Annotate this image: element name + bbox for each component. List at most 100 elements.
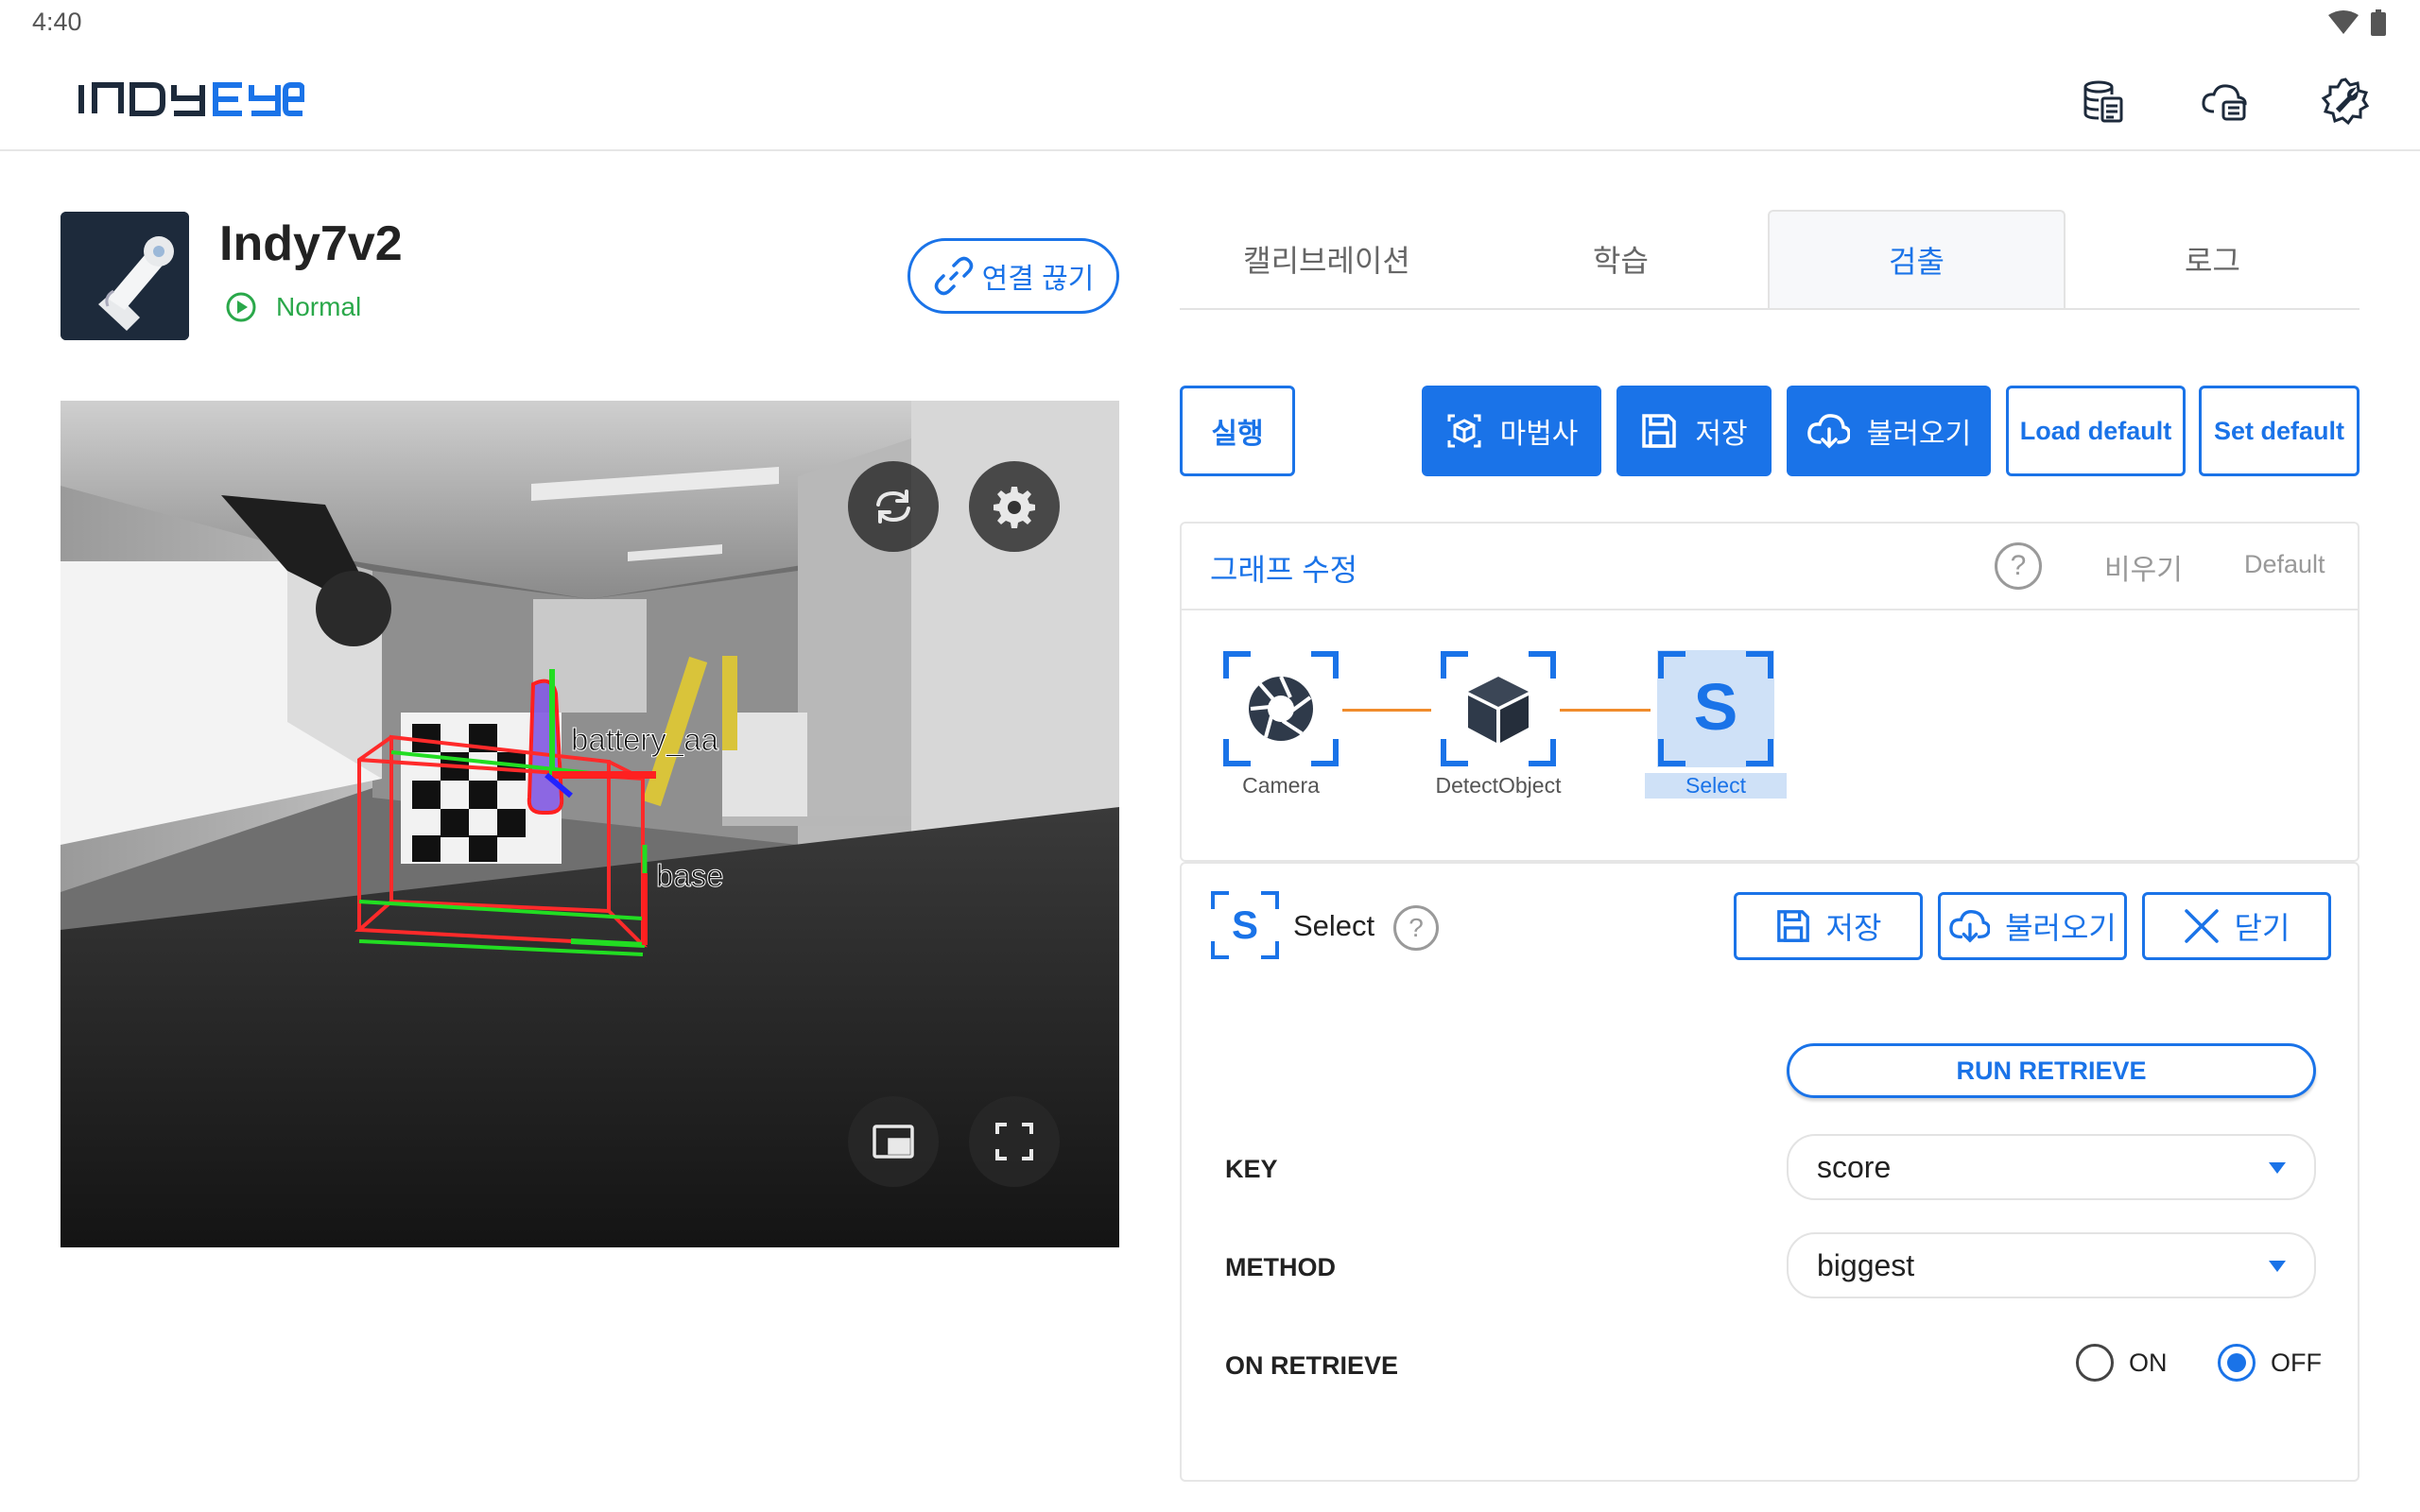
method-label: METHOD (1225, 1253, 1336, 1281)
camera-aperture-icon (1249, 676, 1313, 741)
robot-name: Indy7v2 (219, 216, 403, 271)
run-button[interactable]: 실행 (1180, 386, 1295, 476)
set-default-label: Set default (2213, 416, 2345, 445)
graph-default-button[interactable]: Default (2244, 550, 2325, 579)
node-frame: S (1657, 650, 1774, 767)
database-icon[interactable] (2076, 74, 2131, 129)
disconnect-label: 연결 끊기 (981, 264, 1095, 295)
label-base: base (656, 858, 724, 893)
status-time: 4:40 (32, 8, 82, 36)
disconnect-button[interactable]: 연결 끊기 (908, 238, 1119, 314)
pip-button[interactable] (848, 1096, 939, 1187)
graph-help-icon[interactable]: ? (1995, 542, 2042, 590)
save-button[interactable]: 저장 (1616, 386, 1772, 476)
link-icon (934, 256, 973, 296)
node-label: DetectObject (1435, 773, 1562, 798)
graph-header: 그래프 수정 ? 비우기 Default (1182, 524, 2358, 610)
graph-help-glyph: ? (2010, 550, 2027, 581)
chevron-down-icon (2269, 1261, 2286, 1272)
fullscreen-icon (995, 1123, 1033, 1160)
cloud-download-icon (1807, 414, 1850, 449)
save-icon (1642, 414, 1677, 448)
node-close-label: 닫기 (2234, 911, 2290, 945)
logo-mark (78, 82, 305, 116)
key-select[interactable]: score (1787, 1134, 2316, 1200)
sync-icon (876, 490, 910, 524)
graph-node-select[interactable]: S Select (1645, 650, 1787, 799)
wizard-cube-icon (1447, 414, 1481, 448)
cloud-download-icon (1949, 910, 1991, 943)
node-save-button[interactable]: 저장 (1734, 892, 1923, 960)
graph-clear-button[interactable]: 비우기 (2104, 546, 2183, 588)
wizard-button[interactable]: 마법사 (1422, 386, 1601, 476)
set-default-button[interactable]: Set default (2199, 386, 2360, 476)
load-default-button[interactable]: Load default (2006, 386, 2186, 476)
app-header (0, 47, 2420, 151)
radio-on-label: ON (2129, 1348, 2168, 1377)
node-load-label: 불러오기 (2005, 911, 2117, 945)
graph-node-camera[interactable]: Camera (1210, 650, 1352, 799)
gear-icon (994, 487, 1035, 528)
node-load-button[interactable]: 불러오기 (1938, 892, 2127, 960)
node-save-label: 저장 (1825, 911, 1882, 945)
load-default-label: Load default (2019, 416, 2172, 445)
graph-title: 그래프 수정 (1210, 553, 1358, 587)
battery-icon (2371, 9, 2386, 36)
camera-settings-button[interactable] (969, 461, 1060, 552)
wifi-icon (2328, 10, 2359, 34)
robot-thumbnail (60, 212, 189, 340)
save-icon (1776, 910, 1809, 942)
node-label: Camera (1242, 773, 1320, 798)
camera-feed: battery_aa base (60, 401, 1119, 1247)
picture-in-picture-icon (873, 1125, 914, 1159)
close-icon (2184, 909, 2219, 943)
indyeye-logo (78, 74, 305, 126)
on-retrieve-label: ON RETRIEVE (1225, 1351, 1399, 1380)
tab-log[interactable]: 로그 (2066, 210, 2360, 308)
run-label: 실행 (1211, 419, 1264, 450)
tab-calibration[interactable]: 캘리브레이션 (1180, 210, 1474, 308)
graph-edge (1560, 709, 1651, 712)
cube-icon (1468, 677, 1529, 743)
node-panel-title: Select (1293, 909, 1375, 942)
fullscreen-button[interactable] (969, 1096, 1060, 1187)
node-close-button[interactable]: 닫기 (2142, 892, 2331, 960)
svg-text:S: S (1232, 902, 1258, 947)
method-select[interactable]: biggest (1787, 1232, 2316, 1298)
header-icons (2076, 74, 2373, 129)
node-label: Select (1645, 773, 1787, 799)
radio-on[interactable]: ON (2076, 1344, 2168, 1382)
cloud-storage-icon[interactable] (2197, 74, 2252, 129)
node-frame (1440, 650, 1557, 767)
label-object: battery_aa (571, 722, 719, 757)
graph-edge (1342, 709, 1431, 712)
main-tabs: 캘리브레이션 학습 검출 로그 (1180, 210, 2360, 310)
node-frame (1222, 650, 1340, 767)
save-label: 저장 (1695, 419, 1748, 450)
tab-training[interactable]: 학습 (1474, 210, 1768, 308)
settings-wrench-icon[interactable] (2318, 74, 2373, 129)
radio-off-circle (2218, 1344, 2256, 1382)
radio-off[interactable]: OFF (2218, 1344, 2322, 1382)
chevron-down-icon (2269, 1162, 2286, 1174)
robot-status-text: Normal (276, 292, 362, 321)
node-help-glyph: ? (1409, 913, 1424, 942)
tab-detection[interactable]: 검출 (1768, 210, 2066, 308)
radio-off-label: OFF (2271, 1348, 2322, 1377)
method-select-value: biggest (1817, 1247, 1915, 1282)
key-label: KEY (1225, 1155, 1278, 1183)
graph-panel: 그래프 수정 ? 비우기 Default Camera DetectObject… (1180, 522, 2360, 862)
wizard-label: 마법사 (1499, 419, 1579, 450)
select-s-icon: S (1694, 670, 1738, 744)
node-help-icon[interactable]: ? (1393, 905, 1439, 951)
run-retrieve-button[interactable]: RUN RETRIEVE (1787, 1043, 2316, 1098)
load-label: 불러오기 (1866, 419, 1972, 450)
load-button[interactable]: 불러오기 (1787, 386, 1991, 476)
key-select-value: score (1817, 1149, 1892, 1184)
robot-status: Normal (225, 291, 361, 323)
camera-view[interactable]: battery_aa base (60, 401, 1119, 1247)
graph-node-detect-object[interactable]: DetectObject (1427, 650, 1569, 799)
play-circle-icon (226, 292, 256, 322)
sync-button[interactable] (848, 461, 939, 552)
node-settings-panel: S Select ? 저장 불러오기 닫기 RUN RETRIEVE KEY s… (1180, 862, 2360, 1482)
